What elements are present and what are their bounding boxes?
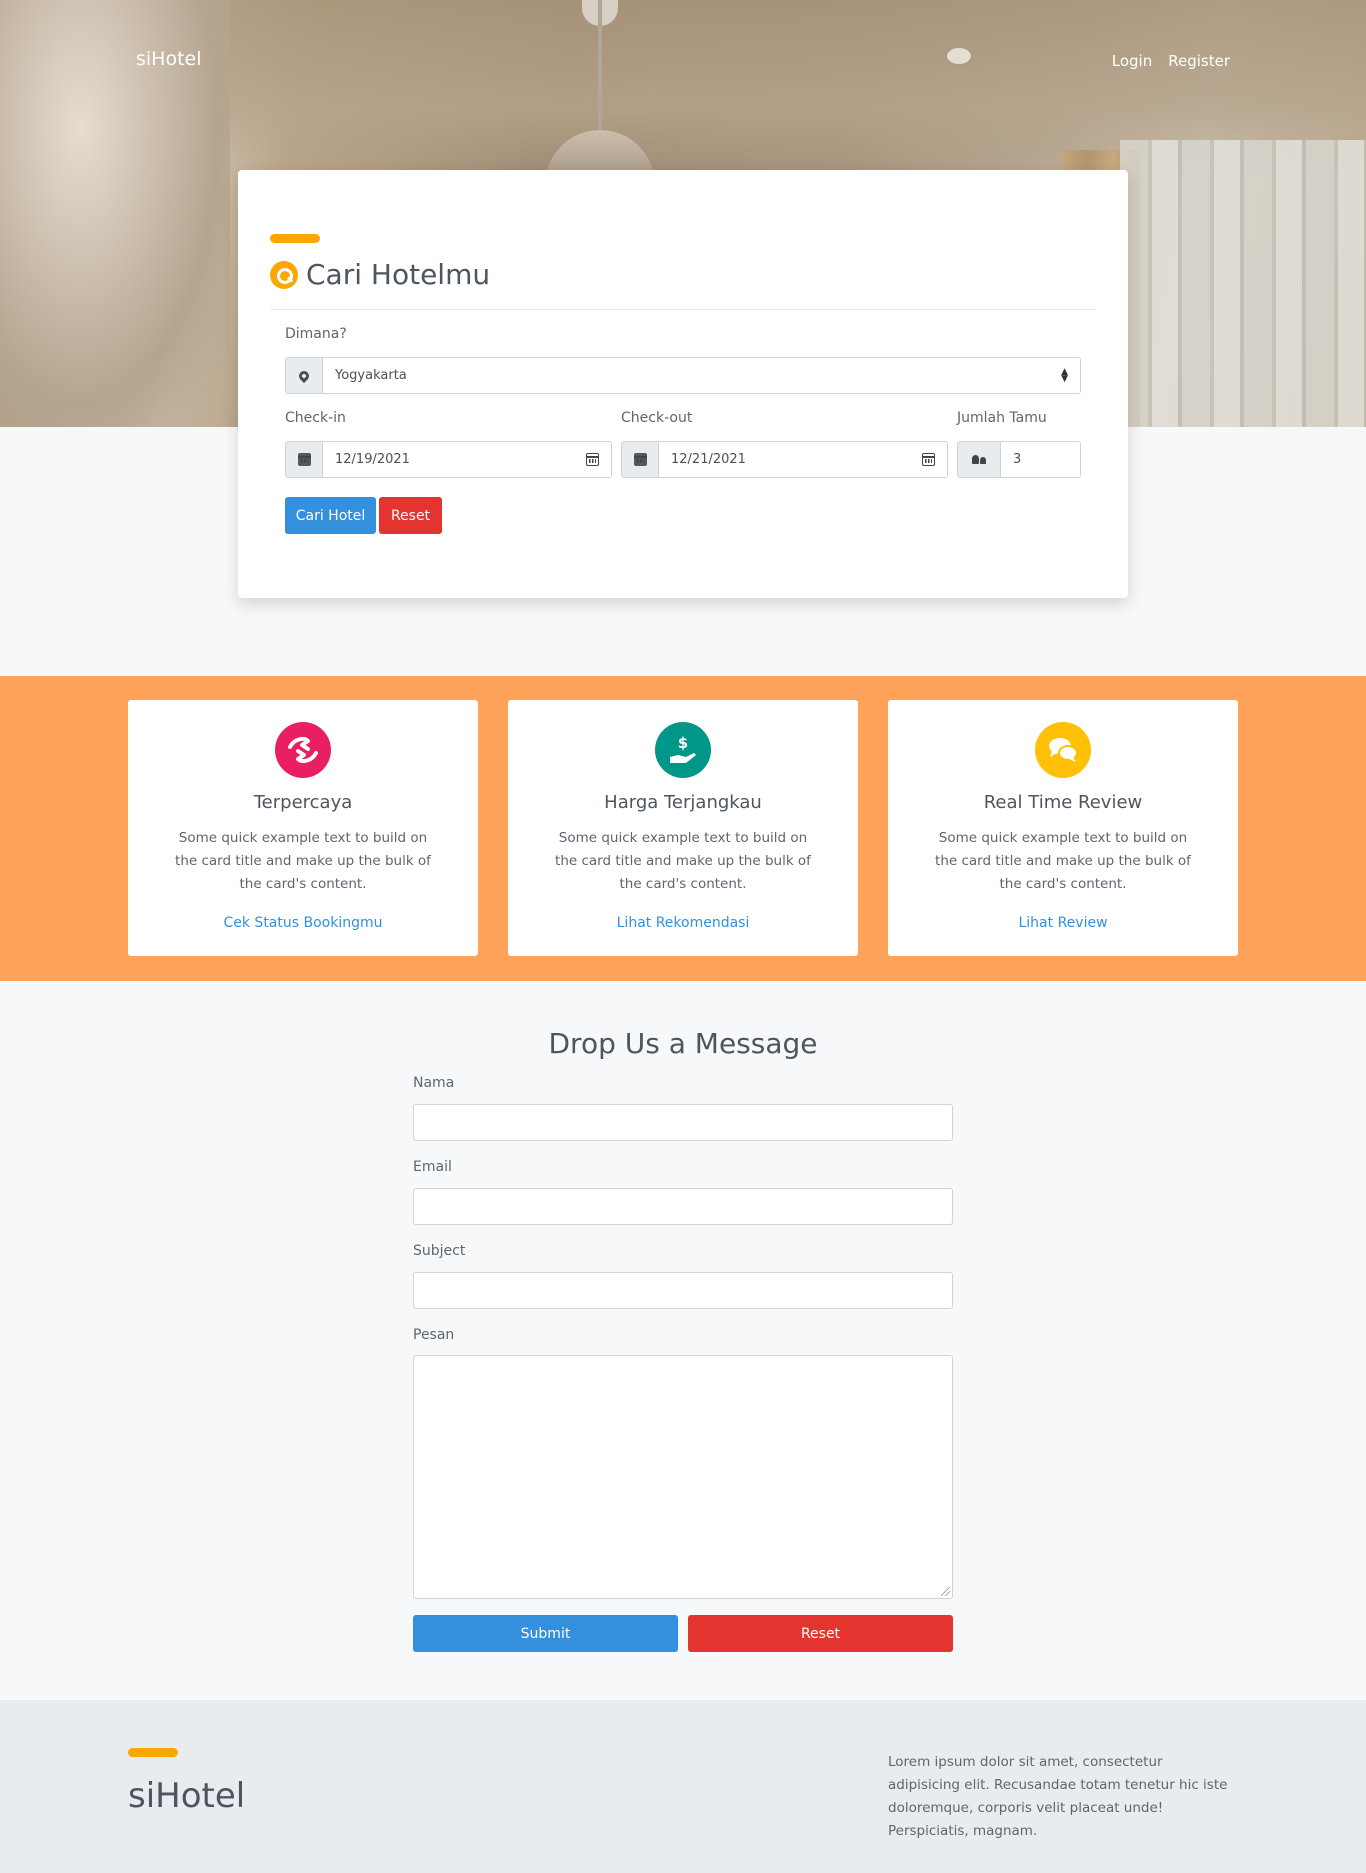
navbar-links: Login Register <box>1112 52 1230 70</box>
location-value: Yogyakarta <box>335 368 407 383</box>
location-select[interactable]: Yogyakarta ▲ ▼ <box>285 357 1081 394</box>
subject-field[interactable] <box>413 1272 953 1309</box>
comments-icon <box>1035 722 1091 778</box>
guests-label: Jumlah Tamu <box>957 410 1047 426</box>
feature-card-review: Real Time Review Some quick example text… <box>888 700 1238 956</box>
search-title-text: Cari Hotelmu <box>306 258 491 291</box>
email-field[interactable] <box>413 1188 953 1225</box>
footer-brand: siHotel <box>128 1776 246 1816</box>
guests-input[interactable]: 3 <box>957 441 1081 478</box>
name-label: Nama <box>413 1075 455 1091</box>
search-hotel-button[interactable]: Cari Hotel <box>285 497 376 534</box>
calendar-icon <box>297 453 311 466</box>
calendar-picker-icon[interactable] <box>922 453 935 466</box>
feature-title: Terpercaya <box>253 792 353 813</box>
recommendation-link[interactable]: Lihat Rekomendasi <box>508 915 858 931</box>
feature-title: Harga Terjangkau <box>604 792 762 813</box>
users-icon <box>972 455 986 464</box>
footer: siHotel Lorem ipsum dolor sit amet, cons… <box>0 1700 1366 1873</box>
search-reset-button[interactable]: Reset <box>379 497 442 534</box>
search-brand-icon <box>270 260 298 289</box>
dollar-hand-icon: $ <box>655 722 711 778</box>
calendar-icon <box>633 453 647 466</box>
checkin-input[interactable]: 12/19/2021 <box>285 441 612 478</box>
divider <box>270 309 1096 310</box>
guests-addon <box>958 442 1001 477</box>
feature-card-terpercaya: Terpercaya Some quick example text to bu… <box>128 700 478 956</box>
footer-accent-bar <box>128 1748 178 1757</box>
feature-text: Some quick example text to build on the … <box>175 830 431 892</box>
checkout-label: Check-out <box>621 410 693 426</box>
review-link[interactable]: Lihat Review <box>888 915 1238 931</box>
guests-value: 3 <box>1013 452 1022 467</box>
checkin-value: 12/19/2021 <box>335 452 410 467</box>
select-arrows-icon: ▲ ▼ <box>1061 366 1068 384</box>
handshake-icon <box>275 722 331 778</box>
feature-card-harga: $ Harga Terjangkau Some quick example te… <box>508 700 858 956</box>
hero-lamp-stem <box>598 0 602 130</box>
checkout-input[interactable]: 12/21/2021 <box>621 441 948 478</box>
feature-text: Some quick example text to build on the … <box>555 830 811 892</box>
subject-label: Subject <box>413 1243 466 1259</box>
resize-handle-icon[interactable] <box>941 1587 950 1596</box>
search-title: Cari Hotelmu <box>270 258 490 291</box>
checkout-value: 12/21/2021 <box>671 452 746 467</box>
search-card: Cari Hotelmu Dimana? Yogyakarta ▲ ▼ Check… <box>238 170 1128 598</box>
message-textarea[interactable] <box>413 1355 953 1599</box>
booking-status-link[interactable]: Cek Status Bookingmu <box>128 915 478 931</box>
location-label: Dimana? <box>285 326 347 342</box>
feature-text: Some quick example text to build on the … <box>935 830 1191 892</box>
calendar-picker-icon[interactable] <box>586 453 599 466</box>
feature-title: Real Time Review <box>983 792 1143 813</box>
checkout-addon <box>622 442 659 477</box>
hero-window <box>1120 140 1366 427</box>
svg-text:$: $ <box>678 734 688 752</box>
message-label: Pesan <box>413 1327 455 1343</box>
contact-title: Drop Us a Message <box>548 1027 818 1060</box>
hero-smoke-detector <box>945 46 973 66</box>
accent-bar <box>270 234 320 243</box>
login-link[interactable]: Login <box>1112 52 1152 70</box>
name-field[interactable] <box>413 1104 953 1141</box>
checkin-addon <box>286 442 323 477</box>
navbar-brand[interactable]: siHotel <box>136 48 202 70</box>
email-label: Email <box>413 1159 452 1175</box>
contact-submit-button[interactable]: Submit <box>413 1615 678 1652</box>
map-marker-icon <box>296 368 312 383</box>
contact-reset-button[interactable]: Reset <box>688 1615 953 1652</box>
footer-text: Lorem ipsum dolor sit amet, consectetur … <box>888 1754 1228 1839</box>
location-addon <box>286 358 323 393</box>
register-link[interactable]: Register <box>1168 52 1230 70</box>
checkin-label: Check-in <box>285 410 346 426</box>
